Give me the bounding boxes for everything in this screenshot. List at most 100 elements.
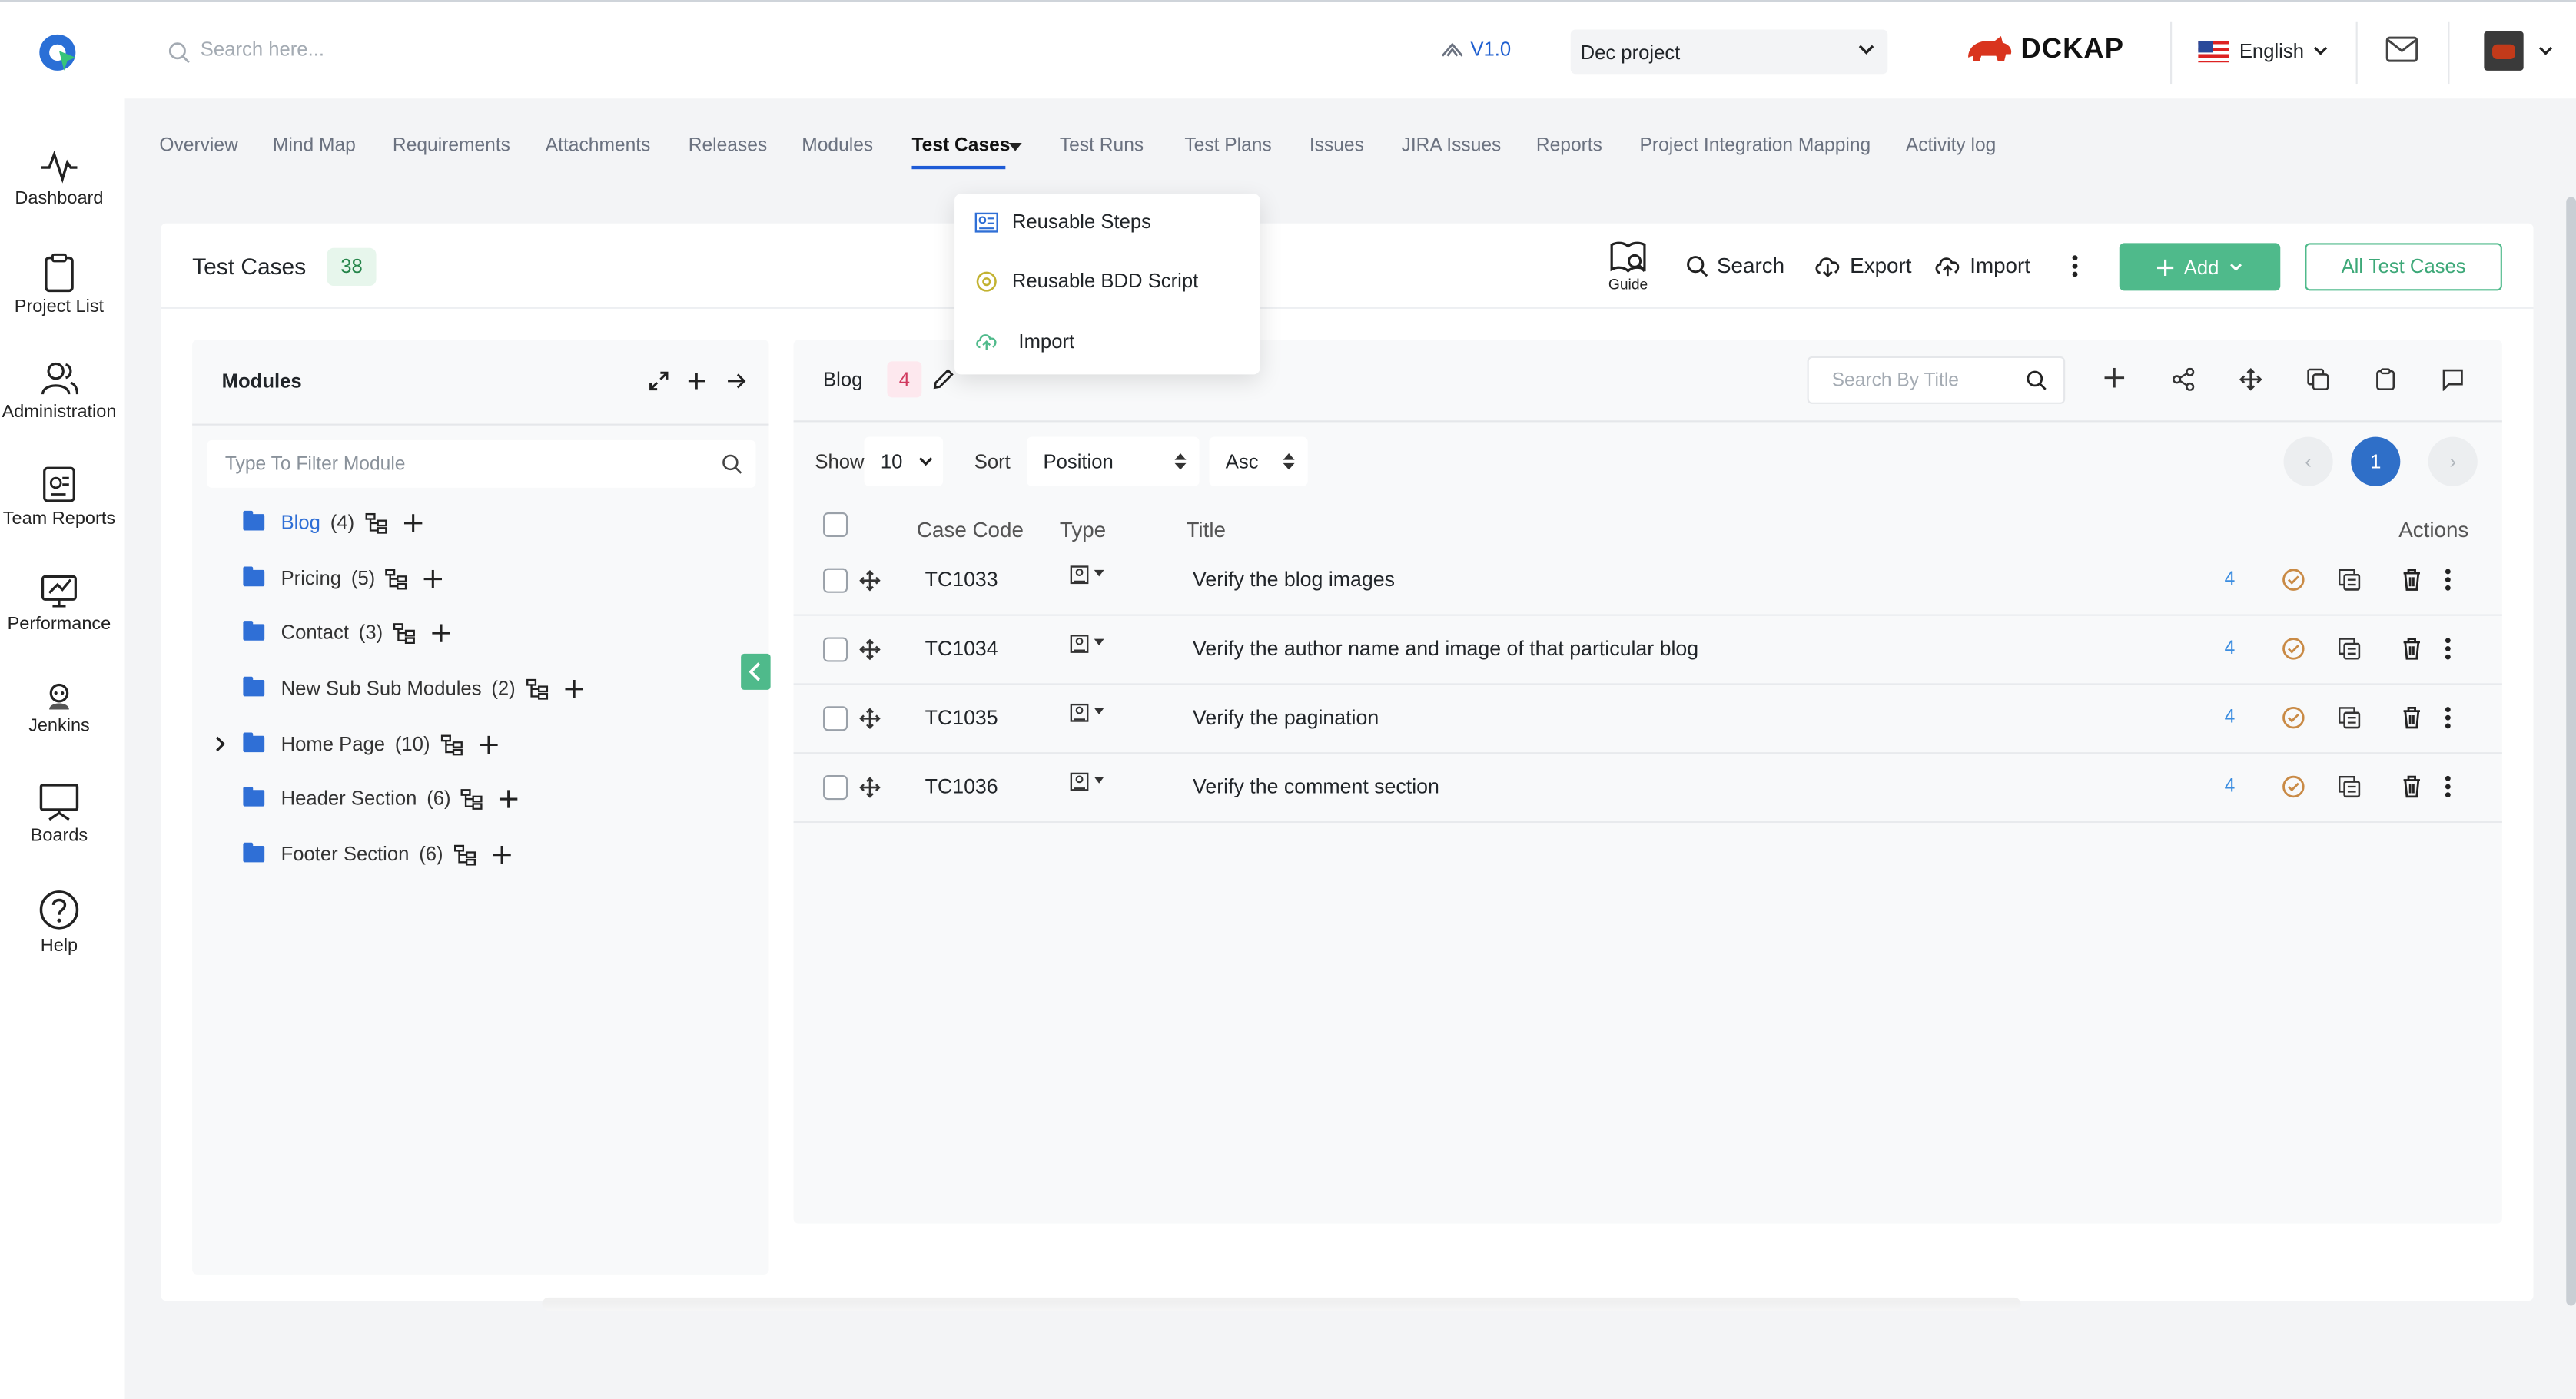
plus-icon[interactable] — [403, 513, 422, 532]
clone-icon[interactable] — [2338, 775, 2361, 798]
sidebar-item-project-list[interactable]: Project List — [0, 253, 118, 317]
column-header-case-code[interactable]: Case Code — [917, 517, 1024, 542]
manual-type-icon[interactable] — [1070, 634, 1109, 655]
module-item[interactable]: Contact (3) — [243, 616, 450, 649]
menu-item-reusable-steps[interactable]: Reusable Steps — [974, 211, 1151, 234]
menu-item-import[interactable]: Import — [974, 330, 1074, 353]
clipboard-icon[interactable] — [2375, 368, 2395, 391]
case-title[interactable]: Verify the author name and image of that… — [1193, 637, 1698, 660]
case-title[interactable]: Verify the blog images — [1193, 569, 1395, 592]
row-checkbox[interactable] — [823, 637, 848, 662]
move-icon[interactable] — [2239, 368, 2262, 391]
tab-activity-log[interactable]: Activity log — [1906, 136, 1997, 156]
plus-icon[interactable] — [2104, 367, 2125, 388]
mail-icon[interactable] — [2385, 36, 2418, 62]
pencil-icon[interactable] — [931, 368, 954, 391]
trash-icon[interactable] — [2402, 706, 2422, 729]
clone-icon[interactable] — [2338, 569, 2361, 592]
tab-test-runs[interactable]: Test Runs — [1060, 136, 1144, 156]
drag-handle-icon[interactable] — [859, 777, 881, 798]
tree-icon[interactable] — [460, 787, 483, 809]
guide-button[interactable]: Guide — [1603, 240, 1652, 293]
sidebar-item-team-reports[interactable]: Team Reports — [0, 465, 118, 529]
module-item[interactable]: Blog (4) — [243, 506, 422, 539]
add-button[interactable]: Add — [2119, 243, 2281, 291]
caret-down-icon[interactable] — [1008, 142, 1022, 153]
more-vertical-icon[interactable] — [2445, 569, 2452, 592]
more-vertical-icon[interactable] — [2072, 254, 2079, 277]
next-page-button[interactable]: › — [2428, 436, 2478, 486]
search-button[interactable]: Search — [1685, 253, 1784, 277]
row-checkbox[interactable] — [823, 706, 848, 731]
plus-icon[interactable] — [432, 623, 450, 641]
tab-test-cases[interactable]: Test Cases — [911, 136, 1010, 156]
clone-icon[interactable] — [2338, 706, 2361, 729]
check-circle-icon[interactable] — [2282, 637, 2305, 660]
page-scrollbar[interactable] — [2566, 197, 2576, 1306]
plus-icon[interactable] — [492, 844, 511, 864]
module-item[interactable]: New Sub Sub Modules (2) — [243, 671, 583, 704]
tree-icon[interactable] — [385, 568, 408, 589]
copy-icon[interactable] — [2306, 368, 2329, 391]
trash-icon[interactable] — [2402, 569, 2422, 592]
chevron-down-icon[interactable] — [2538, 46, 2553, 56]
more-vertical-icon[interactable] — [2445, 637, 2452, 660]
page-number-button[interactable]: 1 — [2351, 436, 2401, 486]
export-button[interactable]: Export — [1814, 253, 1911, 277]
tab-reports[interactable]: Reports — [1536, 136, 1602, 156]
manual-type-icon[interactable] — [1070, 565, 1109, 586]
select-all-checkbox[interactable] — [823, 512, 848, 538]
sidebar-item-help[interactable]: Help — [0, 889, 118, 956]
tree-icon[interactable] — [364, 512, 387, 533]
check-circle-icon[interactable] — [2282, 706, 2305, 729]
project-select[interactable]: Dec project — [1570, 29, 1888, 75]
row-checkbox[interactable] — [823, 775, 848, 801]
drag-handle-icon[interactable] — [859, 708, 881, 730]
plus-icon[interactable] — [479, 734, 498, 754]
tree-icon[interactable] — [526, 678, 549, 699]
steps-count[interactable]: 4 — [2225, 639, 2236, 659]
tab-attachments[interactable]: Attachments — [546, 136, 651, 156]
sidebar-item-administration[interactable]: Administration — [0, 358, 118, 422]
tab-requirements[interactable]: Requirements — [393, 136, 510, 156]
plus-icon[interactable] — [688, 373, 705, 390]
more-vertical-icon[interactable] — [2445, 775, 2452, 798]
share-icon[interactable] — [2172, 367, 2195, 391]
row-checkbox[interactable] — [823, 568, 848, 593]
tree-icon[interactable] — [453, 844, 476, 865]
drag-handle-icon[interactable] — [859, 638, 881, 661]
tab-test-plans[interactable]: Test Plans — [1184, 136, 1271, 156]
case-code[interactable]: TC1035 — [925, 706, 998, 729]
table-row[interactable]: TC1036 Verify the comment section 4 — [793, 754, 2502, 824]
tab-mind-map[interactable]: Mind Map — [273, 136, 356, 156]
table-row[interactable]: TC1035 Verify the pagination 4 — [793, 685, 2502, 754]
module-item[interactable]: Header Section (6) — [243, 782, 519, 815]
sidebar-item-performance[interactable]: Performance — [0, 570, 118, 634]
case-code[interactable]: TC1034 — [925, 637, 998, 660]
steps-count[interactable]: 4 — [2225, 570, 2236, 590]
collapse-panel-button[interactable] — [741, 653, 771, 690]
module-filter-input[interactable]: Type To Filter Module — [207, 439, 756, 488]
version-label[interactable]: V1.0 — [1441, 38, 1511, 61]
sidebar-item-jenkins[interactable]: Jenkins — [0, 681, 118, 736]
check-circle-icon[interactable] — [2282, 775, 2305, 798]
arrow-right-icon[interactable] — [728, 373, 746, 389]
module-item[interactable]: Footer Section (6) — [243, 837, 511, 870]
case-title[interactable]: Verify the comment section — [1193, 775, 1439, 798]
tab-project-integration-mapping[interactable]: Project Integration Mapping — [1640, 136, 1871, 156]
tab-overview[interactable]: Overview — [159, 136, 237, 156]
tab-modules[interactable]: Modules — [802, 136, 873, 156]
table-row[interactable]: TC1033 Verify the blog images 4 — [793, 547, 2502, 616]
table-row[interactable]: TC1034 Verify the author name and image … — [793, 616, 2502, 685]
case-code[interactable]: TC1036 — [925, 775, 998, 798]
case-code[interactable]: TC1033 — [925, 569, 998, 592]
column-header-title[interactable]: Title — [1186, 517, 1225, 542]
sort-field-select[interactable]: Position — [1027, 436, 1200, 486]
module-item[interactable]: Pricing (5) — [243, 562, 443, 595]
chevron-right-icon[interactable] — [215, 736, 227, 752]
sort-order-select[interactable]: Asc — [1209, 436, 1308, 486]
manual-type-icon[interactable] — [1070, 772, 1109, 794]
app-logo[interactable] — [36, 31, 79, 75]
page-size-select[interactable]: 10 — [864, 436, 944, 486]
drag-handle-icon[interactable] — [859, 569, 881, 592]
